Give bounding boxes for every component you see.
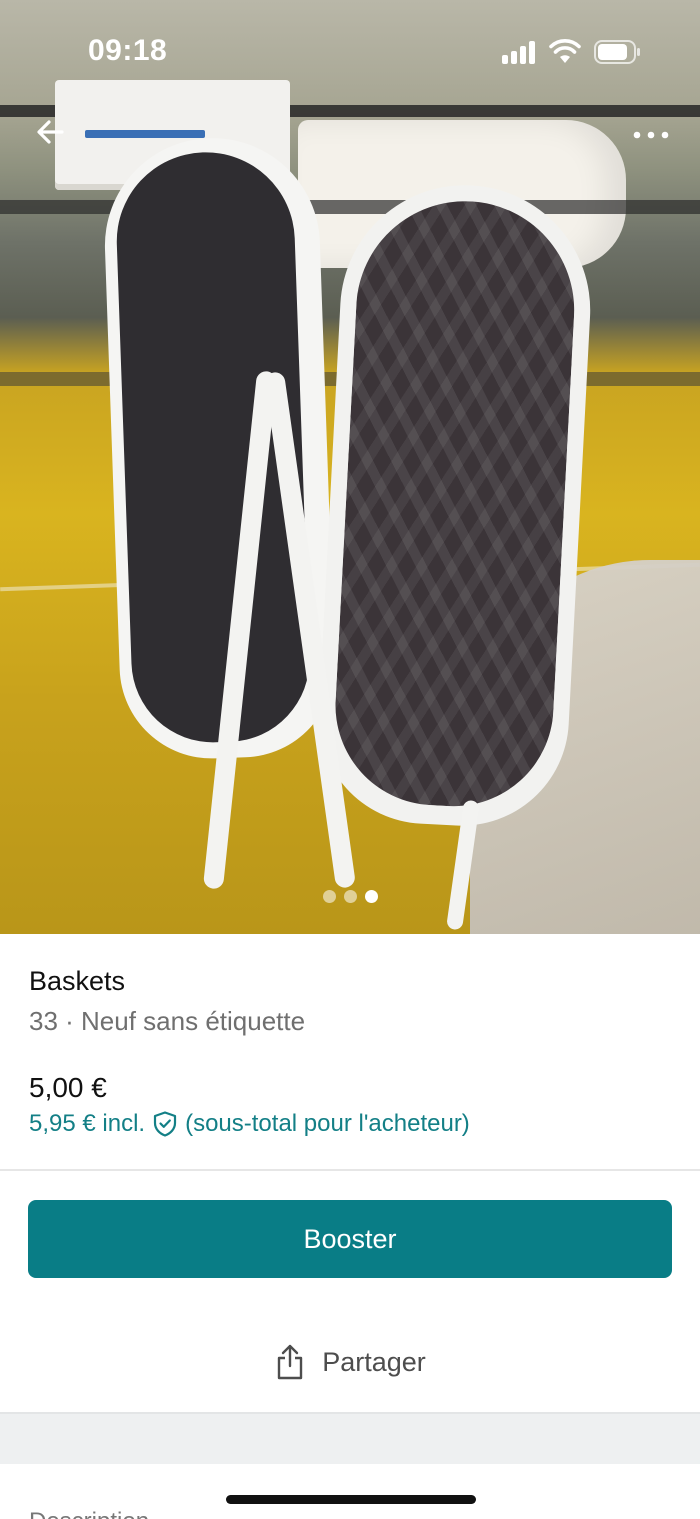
share-icon — [278, 1344, 303, 1380]
gallery-dot[interactable] — [322, 890, 336, 903]
price-incl-value: 5,95 € incl. — [29, 1110, 146, 1137]
gallery-dot[interactable] — [343, 890, 357, 903]
price-incl-note: (sous-total pour l'acheteur) — [185, 1110, 470, 1137]
home-indicator[interactable] — [226, 1495, 476, 1504]
cellular-signal-icon — [502, 40, 538, 64]
photo-shoe-left — [101, 134, 338, 762]
listing-photo[interactable] — [0, 0, 700, 934]
listing-price: 5,00 € — [29, 1072, 107, 1103]
arrow-left-icon — [37, 120, 64, 144]
back-button[interactable] — [30, 112, 70, 152]
status-time: 09:18 — [88, 34, 168, 67]
more-horizontal-icon — [633, 131, 669, 139]
price-with-protection[interactable]: 5,95 € incl. (sous-total pour l'acheteur… — [29, 1110, 470, 1138]
gallery-dot-active[interactable] — [364, 890, 378, 903]
photo-shoe-right — [313, 178, 597, 832]
description-heading: Description — [29, 1508, 149, 1519]
booster-button[interactable]: Booster — [28, 1200, 672, 1278]
share-label: Partager — [322, 1346, 426, 1377]
battery-icon — [594, 40, 640, 64]
wifi-icon — [549, 39, 581, 63]
shield-check-icon — [153, 1111, 177, 1137]
gallery-pagination — [0, 890, 700, 906]
status-bar: 09:18 — [0, 0, 700, 100]
divider — [0, 1169, 700, 1171]
photo-shelf-lower — [0, 200, 700, 214]
share-button[interactable]: Partager — [0, 1332, 700, 1392]
section-separator — [0, 1412, 700, 1464]
more-button[interactable] — [626, 115, 676, 155]
listing-title: Baskets — [29, 966, 126, 996]
listing-subtitle: 33 · Neuf sans étiquette — [29, 1006, 306, 1036]
